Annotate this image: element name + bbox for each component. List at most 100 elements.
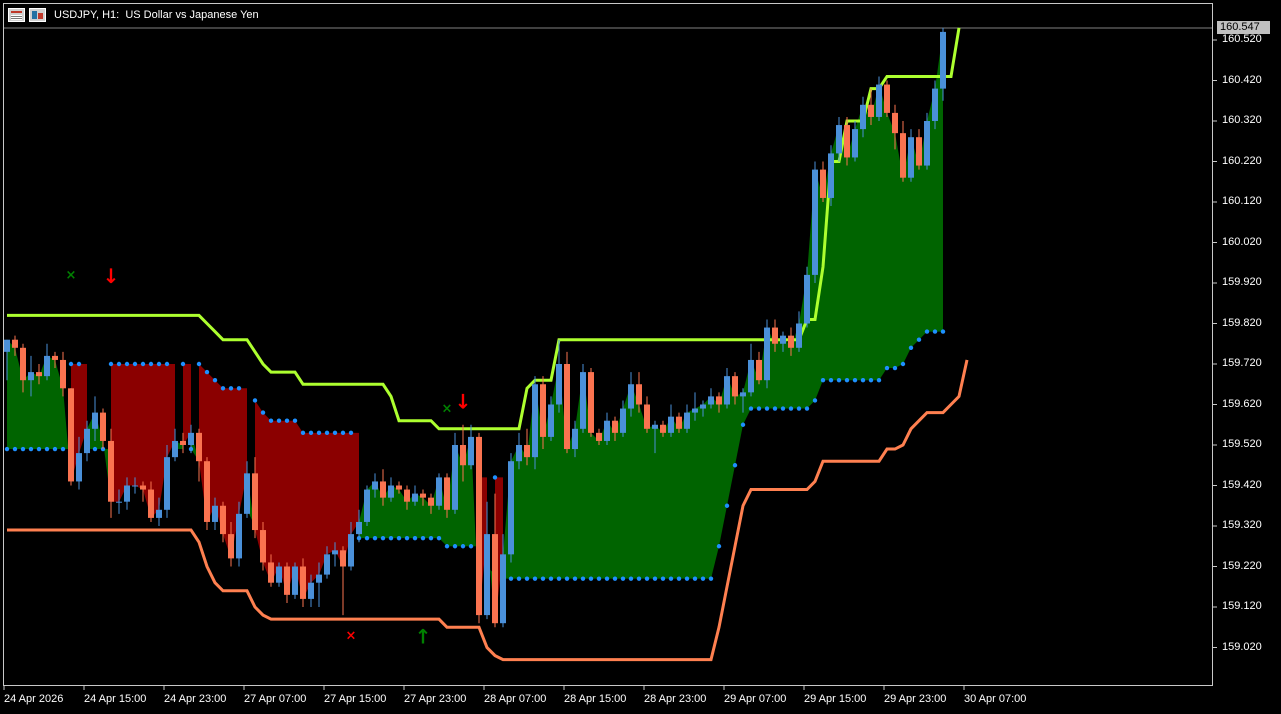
- stop-dot: [852, 378, 858, 383]
- cloud-segment: [135, 364, 143, 490]
- candle-body: [348, 534, 354, 567]
- stop-dot: [564, 576, 570, 581]
- candle-body: [252, 473, 258, 531]
- candle: [812, 161, 818, 283]
- stop-dot: [612, 576, 618, 581]
- signal-exit-buy: ×: [66, 268, 77, 283]
- candle: [284, 562, 290, 603]
- candle-body: [476, 436, 482, 616]
- stop-dot: [348, 430, 354, 436]
- stop-dot: [556, 576, 562, 581]
- stop-dot: [620, 576, 626, 581]
- candle-body: [828, 153, 834, 198]
- candle-body: [580, 372, 586, 429]
- candle-body: [452, 445, 458, 510]
- stop-dot: [932, 329, 938, 334]
- candle-body: [596, 432, 602, 441]
- price-axis-label: 160.420: [1222, 73, 1262, 86]
- cloud-segment: [519, 445, 527, 579]
- stop-dot: [756, 406, 762, 411]
- stop-dot: [268, 418, 274, 423]
- stop-dot: [924, 329, 930, 334]
- candle-body: [652, 424, 658, 429]
- candle-body: [708, 396, 714, 405]
- candle-body: [276, 566, 282, 583]
- cloud-segment: [655, 424, 663, 579]
- candle-body: [668, 416, 674, 433]
- candle-body: [932, 88, 938, 121]
- stop-dot: [660, 576, 666, 581]
- cloud-segment: [887, 112, 895, 369]
- candle: [900, 121, 906, 182]
- chart-window[interactable]: × ↓ × ↑ × ↓ USDJPY, H1: US Dollar vs Japanese…: [0, 0, 1281, 714]
- candle-body: [836, 125, 842, 154]
- candle-body: [412, 493, 418, 502]
- stop-dot: [772, 406, 778, 411]
- stop-dot: [444, 544, 450, 549]
- candle: [724, 368, 730, 409]
- candle-body: [436, 477, 442, 506]
- candle-body: [500, 554, 506, 624]
- candle-body: [460, 445, 466, 466]
- candle-body: [548, 404, 554, 437]
- candle: [684, 404, 690, 433]
- stop-dot: [748, 406, 754, 411]
- candle-body: [404, 489, 410, 502]
- stop-dot: [740, 422, 746, 427]
- cloud-segment: [119, 364, 127, 502]
- cloud-segment: [127, 364, 135, 486]
- candle-body: [556, 364, 562, 405]
- chart-type-icon[interactable]: [29, 8, 46, 22]
- price-axis-label: 160.520: [1222, 33, 1262, 45]
- stop-dot: [220, 386, 226, 391]
- stop-dot: [876, 378, 882, 383]
- stop-dot: [324, 430, 330, 436]
- cloud-segment: [775, 335, 783, 409]
- stop-dot: [652, 576, 658, 581]
- price-axis-label: 159.120: [1222, 600, 1262, 612]
- stop-dot: [836, 378, 842, 383]
- candle: [580, 364, 586, 433]
- stop-dot: [908, 345, 914, 350]
- candle-body: [236, 513, 242, 559]
- candle: [588, 368, 594, 437]
- cloud-segment: [839, 125, 847, 381]
- candle-body: [676, 416, 682, 429]
- cloud-segment: [335, 432, 343, 567]
- stop-dot: [780, 406, 786, 411]
- price-chart[interactable]: × ↓× ↑× ↓: [0, 0, 1281, 714]
- price-axis-label: 159.620: [1222, 397, 1262, 410]
- stop-dot: [468, 544, 474, 549]
- stop-dot: [68, 361, 74, 367]
- stop-dot: [788, 406, 794, 411]
- stop-dot: [252, 398, 258, 403]
- stop-dot: [316, 430, 322, 436]
- price-axis-label: 160.220: [1222, 154, 1262, 167]
- candle-body: [524, 445, 530, 458]
- candle-body: [284, 566, 290, 595]
- candle: [748, 343, 754, 397]
- candle: [476, 432, 482, 624]
- candle-body: [180, 440, 186, 445]
- price-axis-label: 159.320: [1222, 519, 1262, 531]
- chart-window-icon[interactable]: [8, 8, 25, 22]
- price-axis-label: 159.220: [1222, 559, 1262, 572]
- time-axis-label: 24 Apr 23:00: [164, 693, 227, 705]
- stop-dot: [116, 361, 122, 367]
- candle: [908, 129, 914, 182]
- price-axis-label: 159.920: [1222, 276, 1262, 288]
- candle-body: [916, 137, 922, 166]
- candle-body: [492, 534, 498, 624]
- stop-dot: [844, 378, 850, 383]
- stop-dot: [132, 361, 138, 367]
- stop-dot: [868, 378, 874, 383]
- cloud-segment: [879, 84, 887, 381]
- candle-body: [788, 335, 794, 348]
- candle-body: [420, 493, 426, 498]
- candle-body: [820, 169, 826, 198]
- cloud-segment: [327, 432, 335, 555]
- time-axis-label: 28 Apr 23:00: [644, 693, 707, 705]
- stop-dot: [604, 576, 610, 581]
- time-axis-label: 27 Apr 23:00: [404, 693, 467, 705]
- candle-body: [164, 457, 170, 510]
